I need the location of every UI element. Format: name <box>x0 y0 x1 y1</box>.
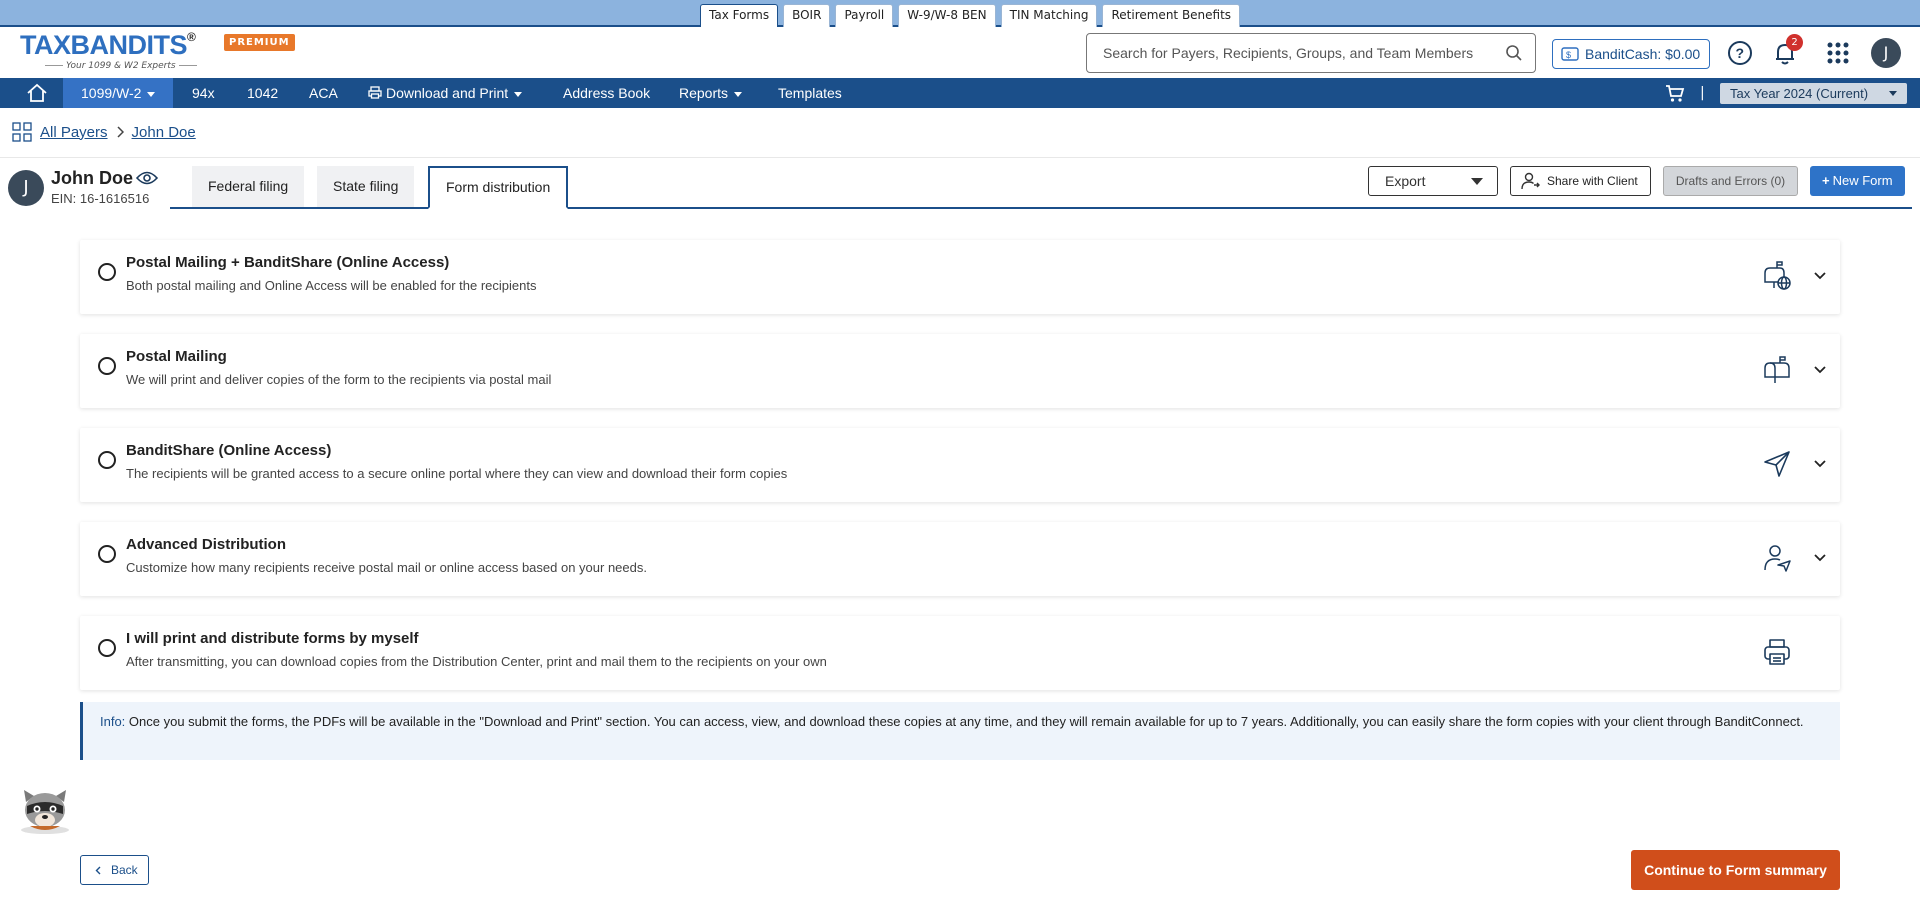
option-bandit-share[interactable]: BanditShare (Online Access) The recipien… <box>80 428 1840 502</box>
breadcrumb: All Payers John Doe <box>12 122 196 142</box>
nav-94x[interactable]: 94x <box>192 78 215 108</box>
back-button[interactable]: Back <box>80 855 149 885</box>
logo[interactable]: TAXBANDITS® Your 1099 & W2 Experts PREMI… <box>20 30 295 74</box>
header: TAXBANDITS® Your 1099 & W2 Experts PREMI… <box>0 27 1920 78</box>
tab-form-distribution[interactable]: Form distribution <box>428 166 569 209</box>
nav-aca[interactable]: ACA <box>309 78 338 108</box>
help-icon[interactable]: ? <box>1727 40 1753 66</box>
caret-down-icon <box>1889 91 1897 96</box>
option-advanced-distribution[interactable]: Advanced Distribution Customize how many… <box>80 522 1840 596</box>
payer-ein: EIN: 16-1616516 <box>51 191 150 206</box>
option-description: The recipients will be granted access to… <box>126 466 788 481</box>
search-input[interactable] <box>1087 34 1487 72</box>
drafts-errors-button[interactable]: Drafts and Errors (0) <box>1663 166 1798 196</box>
product-tab-retirement[interactable]: Retirement Benefits <box>1102 4 1241 27</box>
info-label: Info: <box>100 714 126 729</box>
product-tab-boir[interactable]: BOIR <box>783 4 831 27</box>
option-title: BanditShare (Online Access) <box>126 442 332 459</box>
search-box <box>1086 33 1536 73</box>
continue-to-form-summary-button[interactable]: Continue to Form summary <box>1631 850 1840 890</box>
plus-icon: + <box>1822 173 1830 188</box>
search-icon[interactable] <box>1505 44 1523 62</box>
radio-button[interactable] <box>98 545 116 563</box>
user-avatar[interactable]: J <box>1871 38 1901 68</box>
mailbox-icon <box>1764 356 1790 383</box>
chevron-down-icon[interactable] <box>1813 365 1827 375</box>
option-description: Customize how many recipients receive po… <box>126 560 647 575</box>
payer-avatar: J <box>8 170 44 206</box>
product-tab-tax-forms[interactable]: Tax Forms <box>700 4 779 29</box>
svg-text:?: ? <box>1736 45 1745 61</box>
product-tab-payroll[interactable]: Payroll <box>835 4 894 27</box>
option-title: Postal Mailing + BanditShare (Online Acc… <box>126 254 450 271</box>
user-send-icon <box>1764 545 1791 572</box>
premium-badge: PREMIUM <box>224 34 295 51</box>
chevron-down-icon[interactable] <box>1813 459 1827 469</box>
option-title: Advanced Distribution <box>126 536 287 553</box>
option-title: I will print and distribute forms by mys… <box>126 630 419 647</box>
raccoon-mascot-icon[interactable] <box>18 784 72 836</box>
printer-icon <box>368 86 382 99</box>
export-dropdown[interactable]: Export <box>1368 166 1498 196</box>
product-tabs: Tax Forms BOIR Payroll W-9/W-8 BEN TIN M… <box>700 4 1241 29</box>
nav-templates[interactable]: Templates <box>778 78 842 108</box>
tax-year-select[interactable]: Tax Year 2024 (Current) <box>1720 83 1907 104</box>
nav-1042[interactable]: 1042 <box>247 78 278 108</box>
paper-plane-icon <box>1764 451 1790 477</box>
svg-text:$: $ <box>1566 50 1571 60</box>
all-payers-icon <box>12 122 32 142</box>
chevron-down-icon[interactable] <box>1813 271 1827 281</box>
chevron-right-icon <box>117 126 124 138</box>
breadcrumb-current-payer[interactable]: John Doe <box>132 124 196 141</box>
apps-grid-icon[interactable] <box>1825 40 1851 66</box>
wallet-icon: $ <box>1561 47 1579 61</box>
nav-download-print[interactable]: Download and Print <box>368 78 523 108</box>
eye-icon[interactable] <box>136 170 158 186</box>
new-form-button[interactable]: + New Form <box>1810 166 1905 196</box>
product-strip: Tax Forms BOIR Payroll W-9/W-8 BEN TIN M… <box>0 0 1920 29</box>
nav-separator: | <box>1700 85 1705 101</box>
radio-button[interactable] <box>98 639 116 657</box>
tab-state-filing[interactable]: State filing <box>317 166 415 207</box>
payer-name: John Doe <box>51 168 134 188</box>
home-icon[interactable] <box>26 83 48 103</box>
mailbox-globe-icon <box>1764 261 1791 290</box>
caret-down-icon <box>147 91 156 97</box>
option-description: We will print and deliver copies of the … <box>126 372 552 387</box>
option-postal-mailing[interactable]: Postal Mailing We will print and deliver… <box>80 334 1840 408</box>
option-description: After transmitting, you can download cop… <box>126 654 827 669</box>
chevron-down-icon[interactable] <box>1813 553 1827 563</box>
banditcash-label: BanditCash: $0.00 <box>1585 46 1701 62</box>
option-postal-bandit-share[interactable]: Postal Mailing + BanditShare (Online Acc… <box>80 240 1840 314</box>
radio-button[interactable] <box>98 357 116 375</box>
product-tab-tin-matching[interactable]: TIN Matching <box>1000 4 1098 27</box>
radio-button[interactable] <box>98 451 116 469</box>
option-title: Postal Mailing <box>126 348 227 365</box>
breadcrumb-all-payers[interactable]: All Payers <box>40 124 108 141</box>
cart-icon[interactable] <box>1665 83 1685 103</box>
share-with-client-button[interactable]: Share with Client <box>1510 166 1651 196</box>
info-text: Once you submit the forms, the PDFs will… <box>128 714 1804 729</box>
printer-icon <box>1764 639 1790 665</box>
option-description: Both postal mailing and Online Access wi… <box>126 278 537 293</box>
nav-1099-w2[interactable]: 1099/W-2 <box>63 78 174 108</box>
notification-badge: 2 <box>1786 34 1803 51</box>
caret-down-icon <box>734 91 743 97</box>
divider <box>0 157 1920 158</box>
radio-button[interactable] <box>98 263 116 281</box>
tab-federal-filing[interactable]: Federal filing <box>192 166 305 207</box>
banditcash-button[interactable]: $ BanditCash: $0.00 <box>1552 39 1710 69</box>
nav-address-book[interactable]: Address Book <box>563 78 650 108</box>
option-print-myself[interactable]: I will print and distribute forms by mys… <box>80 616 1840 690</box>
nav-reports[interactable]: Reports <box>679 78 743 108</box>
main-nav: 1099/W-2 94x 1042 ACA Download and Print… <box>0 78 1920 108</box>
product-tab-w9[interactable]: W-9/W-8 BEN <box>898 4 996 27</box>
caret-down-icon <box>514 91 523 97</box>
logo-brand: TAXBANDITS <box>20 30 188 60</box>
info-banner: Info: Once you submit the forms, the PDF… <box>80 702 1840 760</box>
share-user-icon <box>1521 172 1540 190</box>
chevron-left-icon <box>95 866 101 875</box>
logo-tagline: Your 1099 & W2 Experts <box>42 61 200 71</box>
caret-down-icon <box>1471 178 1483 185</box>
